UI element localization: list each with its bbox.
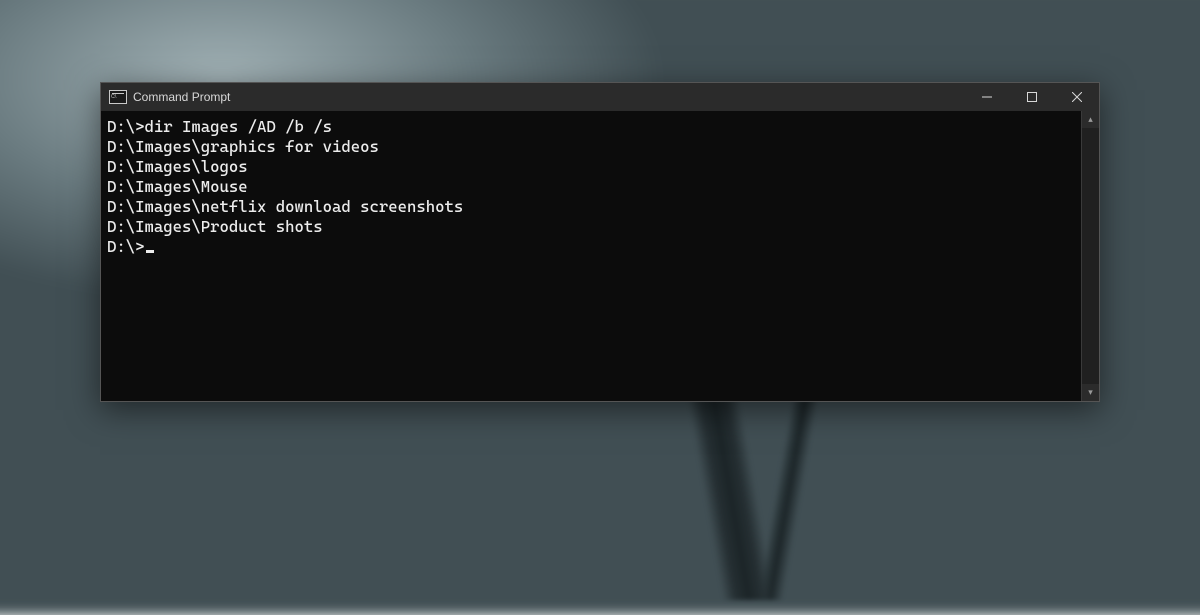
terminal-line: D:\Images\Mouse [107, 177, 1077, 197]
terminal-output[interactable]: D:\>dir Images /AD /b /sD:\Images\graphi… [101, 111, 1081, 401]
vertical-scrollbar[interactable]: ▴ ▾ [1081, 111, 1099, 401]
scroll-down-arrow-icon[interactable]: ▾ [1082, 384, 1099, 401]
terminal-line: D:\>dir Images /AD /b /s [107, 117, 1077, 137]
scroll-up-arrow-icon[interactable]: ▴ [1082, 111, 1099, 128]
terminal-line: D:\Images\Product shots [107, 217, 1077, 237]
terminal-line: D:\Images\logos [107, 157, 1077, 177]
scrollbar-track[interactable] [1082, 128, 1099, 384]
terminal-line: D:\> [107, 237, 1077, 257]
command-prompt-window: Command Prompt D:\>dir Images /AD /b /sD… [100, 82, 1100, 402]
terminal-line: D:\Images\netflix download screenshots [107, 197, 1077, 217]
minimize-button[interactable] [964, 83, 1009, 111]
maximize-button[interactable] [1009, 83, 1054, 111]
cmd-icon [109, 90, 127, 104]
close-button[interactable] [1054, 83, 1099, 111]
client-area: D:\>dir Images /AD /b /sD:\Images\graphi… [101, 111, 1099, 401]
terminal-cursor [146, 250, 154, 253]
window-title: Command Prompt [133, 90, 230, 104]
titlebar[interactable]: Command Prompt [101, 83, 1099, 111]
terminal-line: D:\Images\graphics for videos [107, 137, 1077, 157]
